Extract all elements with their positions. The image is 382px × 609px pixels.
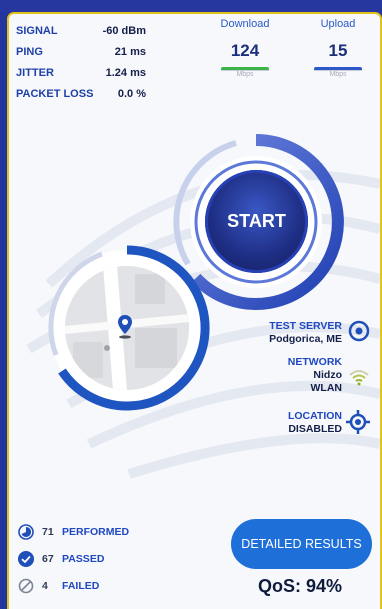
- download-bar: [221, 67, 269, 71]
- counter-performed: 71 PERFORMED: [18, 524, 129, 540]
- upload-bar: [314, 67, 362, 71]
- network-info: NETWORK Nidzo WLAN: [288, 356, 342, 394]
- stat-packet-loss: PACKET LOSS 0.0 %: [16, 83, 146, 104]
- stat-label: PING: [16, 45, 43, 58]
- failed-label: FAILED: [62, 580, 100, 592]
- stats-panel: SIGNAL -60 dBm PING 21 ms JITTER 1.24 ms…: [16, 20, 146, 104]
- stat-label: SIGNAL: [16, 24, 58, 37]
- upload-panel: Upload 15 Mbps: [306, 18, 370, 78]
- upload-value: 15: [328, 41, 348, 60]
- download-unit: Mbps: [236, 71, 254, 78]
- crosshair-icon[interactable]: [346, 410, 370, 434]
- counter-passed: 67 PASSED: [18, 551, 104, 567]
- stat-value: 21 ms: [114, 45, 146, 58]
- counter-failed: 4 FAILED: [18, 578, 99, 594]
- test-server-info: TEST SERVER Podgorica, ME: [269, 320, 342, 345]
- performed-count: 71: [42, 526, 54, 538]
- network-heading: NETWORK: [287, 356, 342, 368]
- stat-value: -60 dBm: [102, 24, 146, 37]
- network-type: WLAN: [310, 382, 343, 394]
- no-entry-icon: [18, 578, 34, 594]
- detailed-results-button[interactable]: DETAILED RESULTS: [231, 519, 372, 569]
- upload-unit: Mbps: [329, 71, 347, 78]
- failed-count: 4: [42, 580, 48, 592]
- stat-value: 1.24 ms: [105, 66, 146, 79]
- pie-progress-icon: [18, 524, 34, 540]
- check-circle-icon: [18, 551, 34, 567]
- upload-title: Upload: [320, 18, 356, 30]
- stat-signal: SIGNAL -60 dBm: [16, 20, 146, 41]
- wifi-icon: [349, 370, 369, 386]
- download-title: Download: [220, 18, 270, 30]
- download-value: 124: [230, 41, 260, 60]
- status-bar-strip: [0, 0, 382, 12]
- passed-count: 67: [42, 553, 54, 565]
- qos-score: QoS: 94%: [258, 576, 343, 596]
- stat-label: PACKET LOSS: [16, 87, 94, 100]
- test-server-value: Podgorica, ME: [269, 333, 342, 345]
- test-server-heading: TEST SERVER: [269, 320, 342, 332]
- stat-value: 0.0 %: [117, 87, 146, 100]
- map-pin-icon: [118, 315, 132, 339]
- network-name: Nidzo: [313, 369, 342, 381]
- passed-label: PASSED: [62, 553, 105, 565]
- download-panel: Download 124 Mbps: [213, 18, 277, 78]
- stat-label: JITTER: [16, 66, 54, 79]
- start-button[interactable]: START: [205, 170, 308, 273]
- performed-label: PERFORMED: [62, 526, 130, 538]
- target-icon[interactable]: [348, 320, 370, 342]
- stat-ping: PING 21 ms: [16, 41, 146, 62]
- location-info: LOCATION DISABLED: [288, 410, 342, 435]
- location-heading: LOCATION: [287, 410, 342, 422]
- location-value: DISABLED: [288, 423, 342, 435]
- stat-jitter: JITTER 1.24 ms: [16, 62, 146, 83]
